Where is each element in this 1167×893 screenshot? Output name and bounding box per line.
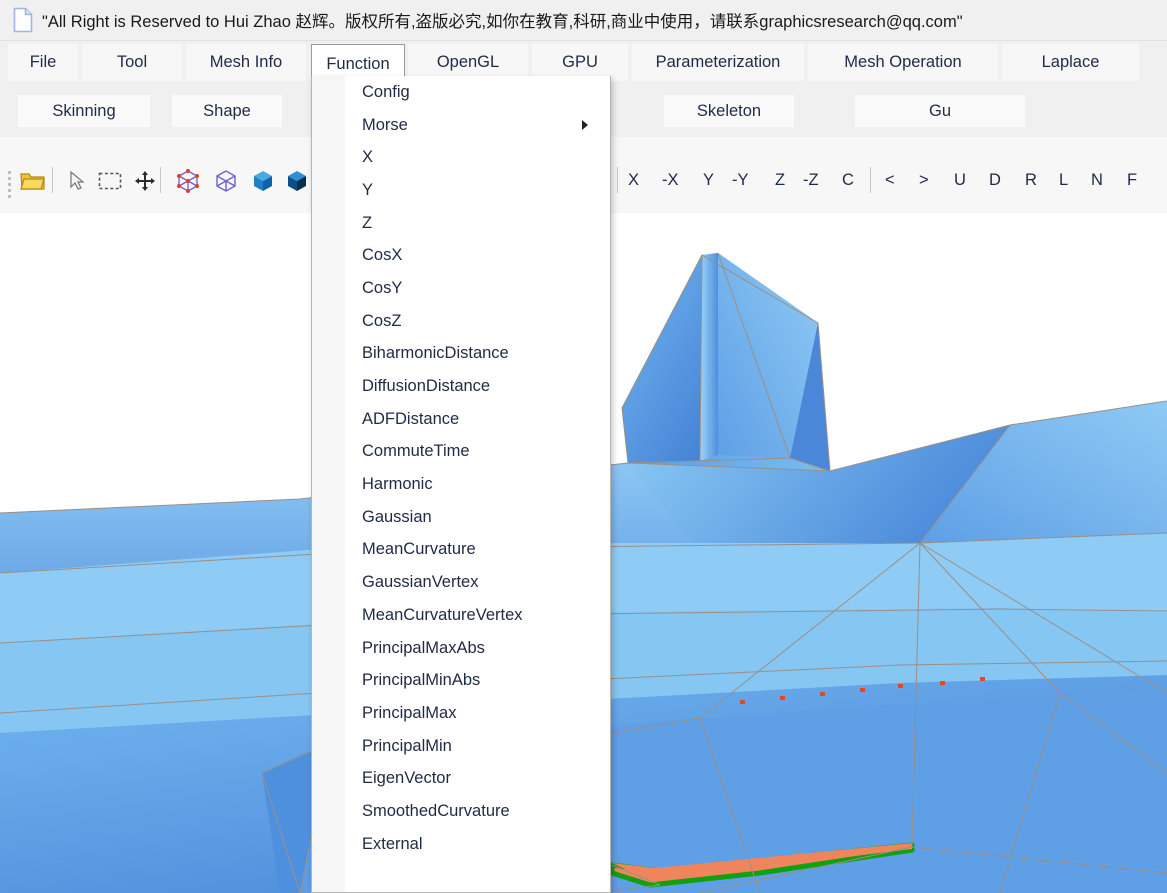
menu-tab-mesh-info[interactable]: Mesh Info xyxy=(186,44,306,81)
menu-item-label: Gaussian xyxy=(362,507,432,526)
menu-item-label: CommuteTime xyxy=(362,442,470,461)
toolbar-separator-4 xyxy=(870,167,871,193)
view-button-C[interactable]: C xyxy=(842,167,854,193)
menu-item-gaussianvertex[interactable]: GaussianVertex xyxy=(312,566,610,599)
menu-tab-mesh-operation[interactable]: Mesh Operation xyxy=(808,44,998,81)
function-dropdown-menu[interactable]: Config Morse X Y Z CosX CosY CosZ BiharmonicDist… xyxy=(311,76,611,893)
menu-tab-bar: File Tool Mesh Info Function OpenGL GPU Parame… xyxy=(0,41,1167,83)
view-button-N[interactable]: N xyxy=(1091,167,1103,193)
menu-item-cosx[interactable]: CosX xyxy=(312,239,610,272)
menu-item-cosz[interactable]: CosZ xyxy=(312,305,610,338)
menu-item-commutetime[interactable]: CommuteTime xyxy=(312,436,610,469)
menu-tab-parameterization[interactable]: Parameterization xyxy=(632,44,804,81)
menu-item-label: PrincipalMax xyxy=(362,703,457,722)
open-folder-icon[interactable] xyxy=(18,167,48,195)
view-button-Z[interactable]: Z xyxy=(775,167,785,193)
menu-item-label: BiharmonicDistance xyxy=(362,344,509,363)
menu-item-principalmax[interactable]: PrincipalMax xyxy=(312,697,610,730)
menu-item-z[interactable]: Z xyxy=(312,207,610,240)
toolbar-button-gu[interactable]: Gu xyxy=(855,95,1025,127)
flat-shading-icon[interactable] xyxy=(248,167,278,195)
menu-item-label: DiffusionDistance xyxy=(362,377,491,396)
menu-item-label: CosZ xyxy=(362,311,402,330)
document-icon xyxy=(12,7,34,33)
menu-item-label: SmoothedCurvature xyxy=(362,801,510,820)
view-button-next[interactable]: > xyxy=(919,167,929,193)
menu-item-adfdistance[interactable]: ADFDistance xyxy=(312,403,610,436)
menu-item-y[interactable]: Y xyxy=(312,174,610,207)
menu-item-principalmaxabs[interactable]: PrincipalMaxAbs xyxy=(312,632,610,665)
menu-item-harmonic[interactable]: Harmonic xyxy=(312,468,610,501)
wireframe-icon[interactable] xyxy=(211,167,241,195)
submenu-arrow-icon xyxy=(582,120,588,131)
menu-item-label: External xyxy=(362,834,423,853)
drag-grip-icon[interactable] xyxy=(8,171,11,198)
menu-item-label: GaussianVertex xyxy=(362,573,479,592)
menu-item-label: Harmonic xyxy=(362,475,433,494)
menu-item-diffusiondistance[interactable]: DiffusionDistance xyxy=(312,370,610,403)
view-button-negX[interactable]: -X xyxy=(662,167,679,193)
toolbar-button-skeleton[interactable]: Skeleton xyxy=(664,95,794,127)
menu-item-label: ADFDistance xyxy=(362,409,460,428)
menu-item-meancurvaturevertex[interactable]: MeanCurvatureVertex xyxy=(312,599,610,632)
menu-item-label: Y xyxy=(362,180,374,199)
menu-item-label: CosX xyxy=(362,246,403,265)
toolbar-separator-1 xyxy=(160,167,161,193)
menu-item-label: PrincipalMin xyxy=(362,736,452,755)
menu-item-label: Morse xyxy=(362,115,408,134)
menu-item-label: Config xyxy=(362,82,410,101)
menu-item-principalmin[interactable]: PrincipalMin xyxy=(312,730,610,763)
menu-item-gaussian[interactable]: Gaussian xyxy=(312,501,610,534)
view-button-Y[interactable]: Y xyxy=(703,167,714,193)
menu-item-meancurvature[interactable]: MeanCurvature xyxy=(312,534,610,567)
view-button-R[interactable]: R xyxy=(1025,167,1037,193)
view-button-L[interactable]: L xyxy=(1059,167,1068,193)
menu-item-x[interactable]: X xyxy=(312,141,610,174)
rectangle-select-icon[interactable] xyxy=(95,167,125,195)
menu-item-label: MeanCurvature xyxy=(362,540,476,559)
menu-item-label: X xyxy=(362,148,374,167)
view-button-negY[interactable]: -Y xyxy=(732,167,749,193)
wireframe-points-icon[interactable] xyxy=(173,167,203,195)
menu-tab-laplace[interactable]: Laplace xyxy=(1002,44,1139,81)
menu-item-list: Config Morse X Y Z CosX CosY CosZ BiharmonicDist… xyxy=(312,76,610,861)
menu-item-morse[interactable]: Morse xyxy=(312,109,610,142)
toolbar-button-shape[interactable]: Shape xyxy=(172,95,282,127)
menu-item-smoothedcurvature[interactable]: SmoothedCurvature xyxy=(312,795,610,828)
menu-tab-file[interactable]: File xyxy=(8,44,78,81)
view-button-X[interactable]: X xyxy=(628,167,639,193)
toolbar-separator-3 xyxy=(617,167,618,193)
menu-item-external[interactable]: External xyxy=(312,828,610,861)
menu-item-eigenvector[interactable]: EigenVector xyxy=(312,762,610,795)
menu-item-label: EigenVector xyxy=(362,769,451,788)
toolbar-button-skinning[interactable]: Skinning xyxy=(18,95,150,127)
menu-item-config[interactable]: Config xyxy=(312,76,610,109)
menu-item-cosy[interactable]: CosY xyxy=(312,272,610,305)
move-icon[interactable] xyxy=(130,167,160,195)
menu-item-label: CosY xyxy=(362,278,403,297)
select-cursor-icon[interactable] xyxy=(62,167,92,195)
view-button-F[interactable]: F xyxy=(1127,167,1137,193)
window-title: "All Right is Reserved to Hui Zhao 赵辉。版权… xyxy=(42,13,963,31)
view-button-U[interactable]: U xyxy=(954,167,966,193)
menu-item-principalminabs[interactable]: PrincipalMinAbs xyxy=(312,664,610,697)
menu-item-biharmonicdistance[interactable]: BiharmonicDistance xyxy=(312,338,610,371)
view-button-D[interactable]: D xyxy=(989,167,1001,193)
view-button-prev[interactable]: < xyxy=(885,167,895,193)
toolbar-separator-0 xyxy=(52,167,53,193)
menu-item-label: MeanCurvatureVertex xyxy=(362,605,523,624)
menu-item-label: PrincipalMaxAbs xyxy=(362,638,485,657)
smooth-shading-icon[interactable] xyxy=(282,167,312,195)
menu-tab-tool[interactable]: Tool xyxy=(82,44,182,81)
application-window: "All Right is Reserved to Hui Zhao 赵辉。版权… xyxy=(0,0,1167,893)
menu-item-label: PrincipalMinAbs xyxy=(362,671,481,690)
title-bar: "All Right is Reserved to Hui Zhao 赵辉。版权… xyxy=(0,0,1167,41)
view-button-negZ[interactable]: -Z xyxy=(803,167,819,193)
menu-item-label: Z xyxy=(362,213,373,232)
